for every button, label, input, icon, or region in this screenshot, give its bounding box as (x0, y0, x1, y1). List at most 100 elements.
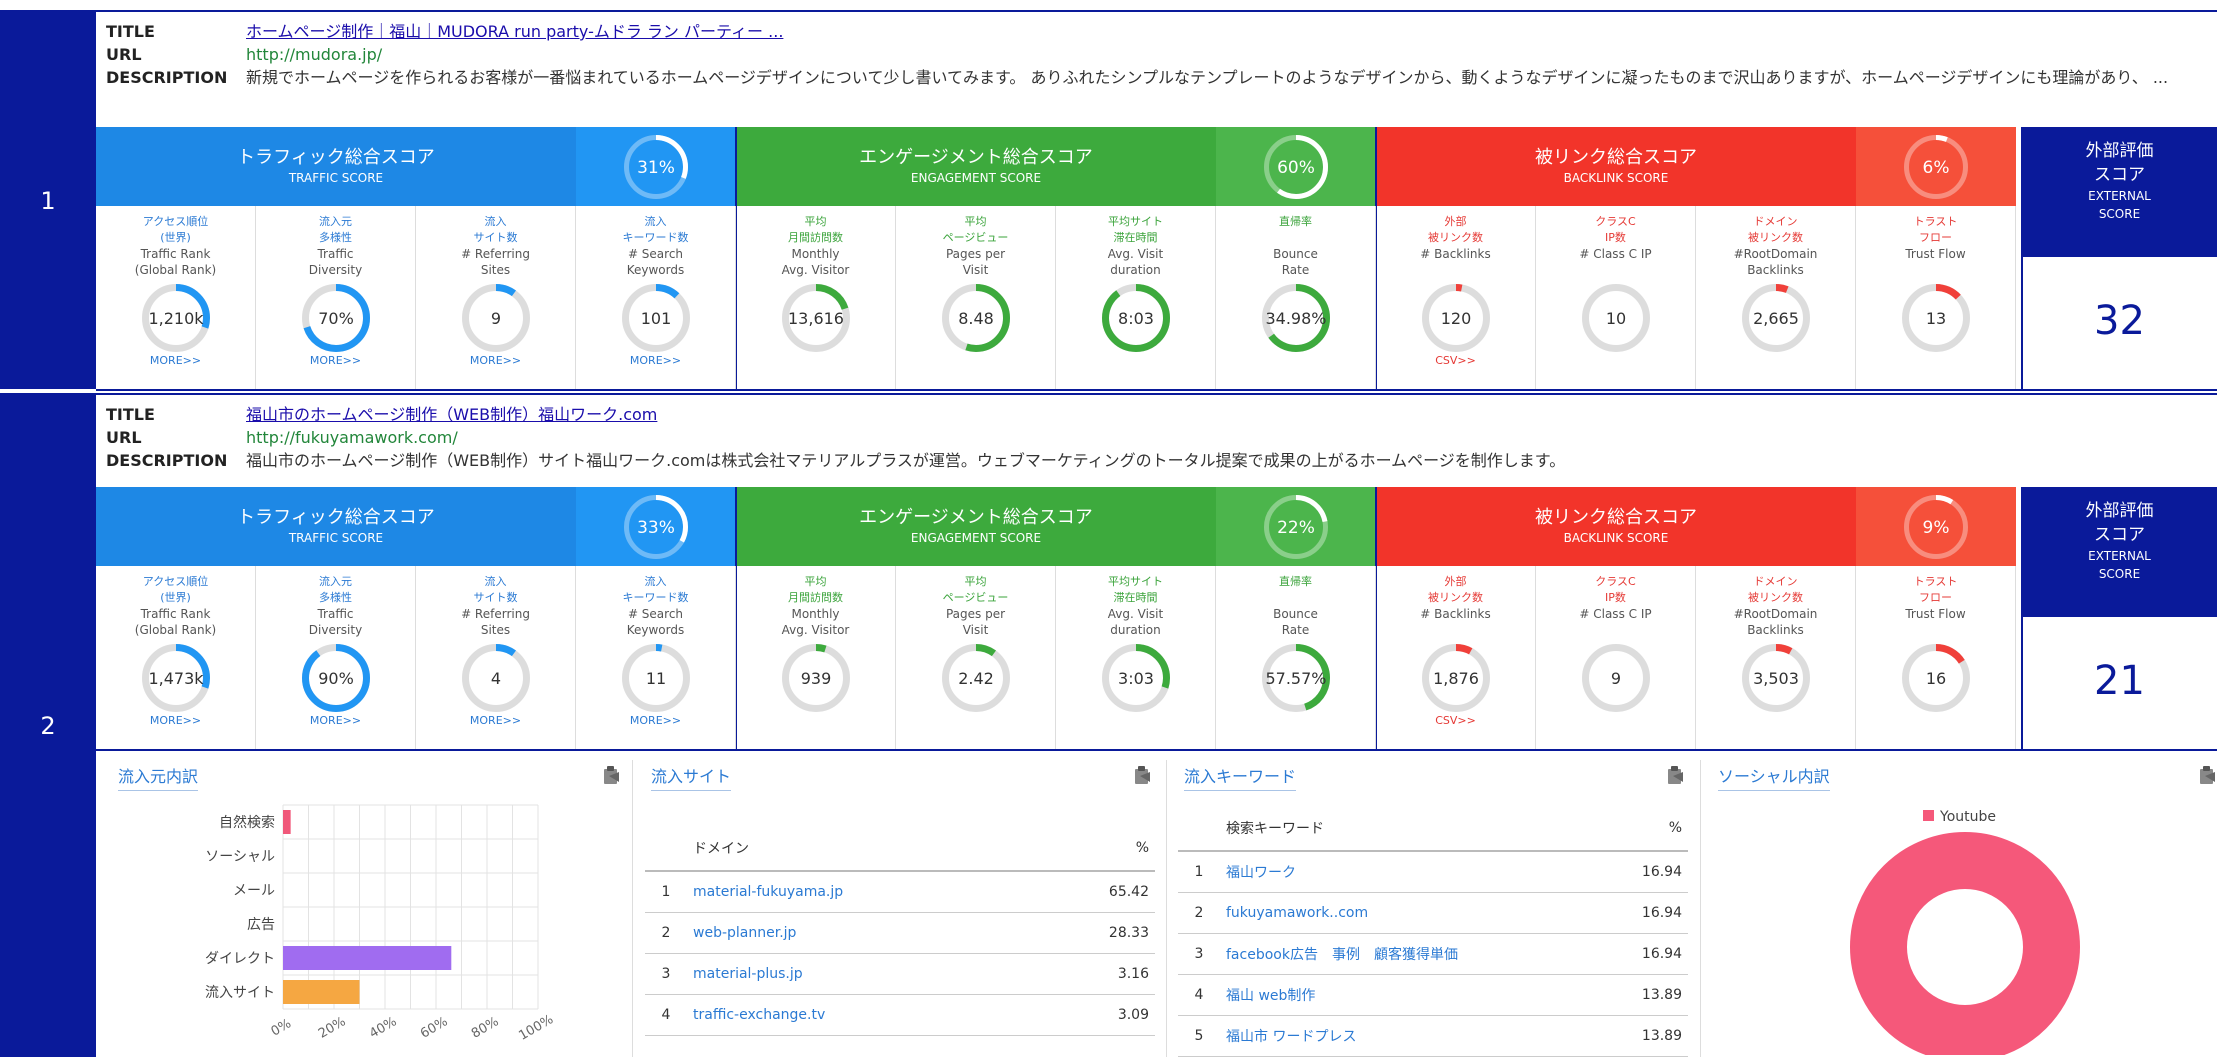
domain-link[interactable]: web-planner.jp (687, 912, 1042, 954)
metric-gauge: 9 (461, 284, 530, 352)
metric-link (736, 354, 895, 368)
metric-ring: 57.57% (1216, 644, 1375, 712)
sites-table: ドメイン% 1 material-fukuyama.jp 65.42 2 web-plan… (645, 826, 1155, 1036)
metric-jp-label: 平均 ページビュー (942, 575, 1009, 604)
traffic-score-gauge: 31% (624, 134, 688, 199)
domain-link[interactable]: material-plus.jp (687, 953, 1042, 995)
keyword-link[interactable]: 福山ワーク (1220, 851, 1606, 893)
metric-jp-label: トラスト フロー (1913, 215, 1958, 244)
inflow-bar-chart: 自然検索ソーシャルメール広告ダイレクト流入サイト 0% 20% 40% 60% 80% 10… (205, 804, 556, 1044)
value-title[interactable]: ホームページ制作｜福山｜MUDORA run party-ムドラ ラン パーティ… (246, 20, 2217, 43)
metric-ring: 10 (1536, 284, 1695, 352)
engagement-score-title: エンゲージメント総合スコア (859, 147, 1093, 168)
metric-en-label: Avg. Visit duration (1107, 247, 1164, 277)
metric-en-label: Traffic Diversity (308, 247, 363, 277)
metric-link (1536, 354, 1695, 368)
metric-cell: 外部 被リンク数 # Backlinks 120 CSV>> (1376, 206, 1536, 389)
label-description: DESCRIPTION (106, 451, 228, 470)
metric-cell: 流入 サイト数 # Referring Sites 4 MORE>> (416, 566, 576, 749)
clipboard-icon[interactable] (1131, 764, 1153, 786)
row-number: 4 (645, 994, 687, 1036)
bar-category-label: メール (233, 883, 275, 899)
gauge-value: 33% (637, 518, 675, 538)
metric-ring: 13 (1856, 284, 2015, 352)
domain-link[interactable]: traffic-exchange.tv (687, 994, 1042, 1036)
metric-link (1856, 714, 2015, 728)
label-url: URL (106, 428, 142, 447)
metric-jp-label: 流入 サイト数 (473, 215, 518, 244)
engagement-score-gauge-box: 22% (1216, 487, 1376, 566)
metric-link[interactable]: CSV>> (1376, 354, 1535, 368)
keyword-link[interactable]: facebook広告 事例 顧客獲得単価 (1220, 933, 1606, 975)
external-score-header: 外部評価 スコア EXTERNAL SCORE (2022, 127, 2217, 257)
backlink-score-gauge: 6% (1904, 134, 1968, 199)
metric-link[interactable]: MORE>> (256, 714, 415, 728)
external-jp2: スコア (2094, 165, 2145, 185)
keyword-link[interactable]: 福山市 ワードプレス (1220, 1015, 1606, 1057)
metric-en-label: # Backlinks (1420, 607, 1491, 621)
donut-slice (1850, 832, 2080, 1055)
metric-link[interactable]: MORE>> (96, 714, 255, 728)
gauge-value: 11 (645, 669, 665, 688)
metric-cell: 平均サイト 滞在時間 Avg. Visit duration 3:03 (1056, 566, 1216, 749)
metric-link[interactable]: MORE>> (416, 714, 575, 728)
metric-en-label: Traffic Rank (Global Rank) (134, 247, 217, 277)
metric-link[interactable]: MORE>> (576, 714, 735, 728)
metric-ring: 8:03 (1056, 284, 1215, 352)
value-title[interactable]: 福山市のホームページ制作（WEB制作）福山ワーク.com (246, 403, 2217, 426)
metric-gauge: 16 (1901, 644, 1970, 712)
metric-ring: 3,503 (1696, 644, 1855, 712)
metric-jp-label: 直帰率 (1279, 575, 1312, 588)
keyword-link[interactable]: fukuyamawork..com (1220, 892, 1606, 934)
metric-jp-label: アクセス順位 (世界) (142, 215, 209, 244)
value-description: 福山市のホームページ制作（WEB制作）サイト福山ワーク.comは株式会社マテリア… (246, 451, 1566, 470)
metric-cell: 平均 月間訪問数 Monthly Avg. Visitor 13,616 (736, 206, 896, 389)
metric-en-label: Bounce Rate (1273, 247, 1318, 277)
value-description: 新規でホームページを作られるお客様が一番悩まれているホームページデザインについて… (246, 68, 2169, 87)
metric-jp-label: 外部 被リンク数 (1428, 575, 1483, 604)
x-tick-label: 80% (469, 1014, 502, 1041)
external-score-box: 外部評価 スコア EXTERNAL SCORE 32 (2022, 127, 2217, 384)
metric-gauge: 70% (301, 284, 370, 352)
domain-link[interactable]: material-fukuyama.jp (687, 871, 1042, 913)
clipboard-icon[interactable] (2196, 764, 2217, 786)
separator (0, 10, 2217, 12)
metric-jp-label: アクセス順位 (世界) (142, 575, 209, 604)
metric-en-label: Avg. Visit duration (1107, 607, 1164, 637)
panel-divider (1700, 760, 1701, 1057)
external-score-value: 32 (2094, 297, 2145, 344)
metric-jp-label: 流入 キーワード数 (622, 215, 689, 244)
site-title-link[interactable]: 福山市のホームページ制作（WEB制作）福山ワーク.com (246, 405, 657, 424)
metric-link[interactable]: MORE>> (256, 354, 415, 368)
traffic-score-subtitle: TRAFFIC SCORE (288, 171, 384, 185)
metric-link[interactable]: MORE>> (96, 354, 255, 368)
metric-ring: 16 (1856, 644, 2015, 712)
metric-cell: アクセス順位 (世界) Traffic Rank (Global Rank) 1,210… (96, 206, 256, 389)
metric-link[interactable]: MORE>> (576, 354, 735, 368)
metric-link[interactable]: CSV>> (1376, 714, 1535, 728)
separator (0, 393, 2217, 395)
metric-en-label: # Backlinks (1420, 247, 1491, 261)
site-title-link[interactable]: ホームページ制作｜福山｜MUDORA run party-ムドラ ラン パーティ… (246, 22, 783, 41)
row-pct: 3.16 (1041, 953, 1155, 995)
metric-gauge: 13,616 (781, 284, 850, 352)
metric-link[interactable]: MORE>> (416, 354, 575, 368)
clipboard-icon[interactable] (1664, 764, 1686, 786)
gauge-value: 90% (318, 669, 354, 688)
panel-divider (632, 760, 633, 1057)
gauge-value: 9% (1923, 518, 1950, 538)
metric-en-label: # Class C IP (1579, 247, 1652, 261)
social-donut-chart: Youtube (1850, 809, 2080, 1055)
metric-jp-label: トラスト フロー (1913, 575, 1958, 604)
bar (283, 980, 360, 1004)
x-tick-label: 100% (516, 1012, 556, 1044)
engagement-score-title: エンゲージメント総合スコア (859, 507, 1093, 528)
rank-cell: 2 (0, 395, 96, 1057)
metric-link (1696, 354, 1855, 368)
bar-category-label: ダイレクト (205, 951, 275, 967)
label-url: URL (106, 45, 142, 64)
clipboard-icon[interactable] (600, 764, 622, 786)
keyword-link[interactable]: 福山 web制作 (1220, 974, 1606, 1016)
metric-en-label: Pages per Visit (945, 607, 1006, 637)
metric-gauge: 3,503 (1741, 644, 1810, 712)
